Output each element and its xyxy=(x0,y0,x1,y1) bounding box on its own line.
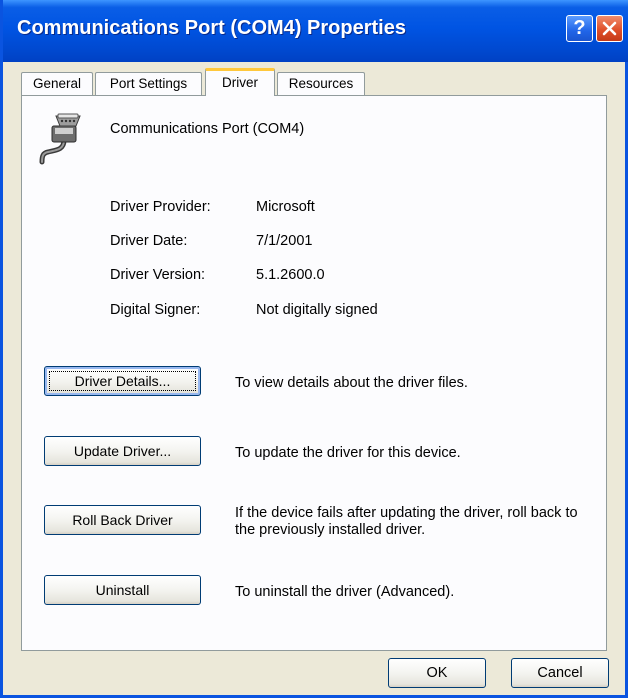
device-name: Communications Port (COM4) xyxy=(110,121,305,137)
driver-details-description: To view details about the driver files. xyxy=(235,375,468,391)
driver-details-button[interactable]: Driver Details... xyxy=(44,366,201,396)
tab-general[interactable]: General xyxy=(21,72,93,96)
driver-details-label: Driver Details... xyxy=(74,373,171,389)
tab-resources[interactable]: Resources xyxy=(277,72,365,96)
uninstall-description: To uninstall the driver (Advanced). xyxy=(235,584,455,600)
update-driver-button[interactable]: Update Driver... xyxy=(44,436,201,466)
close-button[interactable] xyxy=(596,15,623,42)
tab-port-settings[interactable]: Port Settings xyxy=(95,72,202,96)
close-icon xyxy=(602,21,617,36)
update-driver-description: To update the driver for this device. xyxy=(235,445,461,461)
digital-signer-value: Not digitally signed xyxy=(256,302,378,318)
driver-version-label: Driver Version: xyxy=(110,267,206,283)
driver-provider-label: Driver Provider: xyxy=(110,199,211,215)
roll-back-driver-button[interactable]: Roll Back Driver xyxy=(44,505,201,535)
cancel-button[interactable]: Cancel xyxy=(511,658,609,688)
serial-port-icon xyxy=(39,113,81,165)
digital-signer-label: Digital Signer: xyxy=(110,302,201,318)
help-button[interactable]: ? xyxy=(566,15,593,42)
roll-back-driver-description: If the device fails after updating the d… xyxy=(235,505,578,538)
uninstall-button[interactable]: Uninstall xyxy=(44,575,201,605)
driver-date-value: 7/1/2001 xyxy=(256,233,313,249)
window-title: Communications Port (COM4) Properties xyxy=(17,17,406,39)
title-bar[interactable]: Communications Port (COM4) Properties ? xyxy=(3,0,628,62)
driver-provider-value: Microsoft xyxy=(256,199,315,215)
driver-version-value: 5.1.2600.0 xyxy=(256,267,325,283)
tab-driver[interactable]: Driver xyxy=(205,68,275,96)
ok-button[interactable]: OK xyxy=(388,658,486,688)
driver-date-label: Driver Date: xyxy=(110,233,188,249)
